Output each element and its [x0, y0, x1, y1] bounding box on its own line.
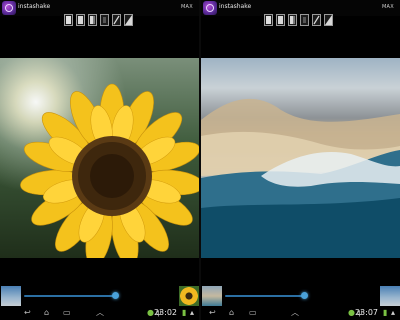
menu-button[interactable]: MAX — [181, 4, 193, 10]
android-status-icon: ● — [348, 308, 355, 317]
source-thumbnail[interactable] — [1, 286, 21, 306]
blend-slider-knob[interactable] — [301, 292, 308, 299]
crop-square-icon[interactable] — [100, 14, 109, 26]
frame-toolbar — [64, 14, 133, 28]
screenshot-left: instashake MAX ↩ ⌂ ▭ ︿ ● ψ 23:02 ▮ ▴ — [0, 0, 199, 320]
back-icon[interactable]: ↩ — [24, 308, 31, 318]
app-title: instashake — [219, 3, 252, 10]
diagonal-frame-icon[interactable] — [112, 14, 121, 26]
dune-wave-photo[interactable] — [201, 58, 400, 258]
diagonal-split-icon[interactable] — [124, 14, 133, 26]
app-logo-icon[interactable] — [2, 1, 16, 15]
blend-slider-track[interactable] — [225, 295, 305, 297]
clock: 23:02 — [153, 308, 177, 317]
clock: 23:07 — [354, 308, 378, 317]
chevron-up-icon[interactable]: ︿ — [96, 308, 104, 318]
result-thumbnail[interactable] — [380, 286, 400, 306]
sunflower-photo[interactable] — [0, 58, 199, 267]
home-icon[interactable]: ⌂ — [229, 308, 234, 318]
crop-square-icon[interactable] — [300, 14, 309, 26]
diagonal-frame-icon[interactable] — [312, 14, 321, 26]
app-logo-icon[interactable] — [203, 1, 217, 15]
vertical-frame-icon[interactable] — [88, 14, 97, 26]
chevron-up-icon[interactable]: ︿ — [291, 308, 299, 318]
system-nav-bar: ↩ ⌂ ▭ ︿ ● ψ 23:02 ▮ ▴ — [0, 306, 199, 320]
single-frame-icon[interactable] — [64, 14, 73, 26]
system-nav-bar: ↩ ⌂ ▭ ︿ ● ψ 23:07 ▮ ▴ — [201, 306, 400, 320]
recent-apps-icon[interactable]: ▭ — [63, 308, 71, 318]
android-status-icon: ● — [147, 308, 154, 317]
signal-icon: ▴ — [190, 308, 195, 317]
battery-icon: ▮ — [182, 308, 187, 317]
source-thumbnail[interactable] — [202, 286, 222, 306]
blend-slider-track[interactable] — [24, 295, 116, 297]
blend-slider-knob[interactable] — [112, 292, 119, 299]
app-title: instashake — [18, 3, 51, 10]
home-icon[interactable]: ⌂ — [44, 308, 49, 318]
result-thumbnail[interactable] — [179, 286, 199, 306]
diagonal-split-icon[interactable] — [324, 14, 333, 26]
signal-icon: ▴ — [391, 308, 396, 317]
battery-icon: ▮ — [383, 308, 388, 317]
menu-button[interactable]: MAX — [382, 4, 394, 10]
screenshot-right: instashake MAX ↩ ⌂ ▭ ︿ ● ψ 23:07 ▮ ▴ — [201, 0, 400, 320]
single-frame-icon[interactable] — [264, 14, 273, 26]
two-row-frame-icon[interactable] — [76, 14, 85, 26]
frame-toolbar — [264, 14, 333, 28]
two-row-frame-icon[interactable] — [276, 14, 285, 26]
recent-apps-icon[interactable]: ▭ — [249, 308, 257, 318]
back-icon[interactable]: ↩ — [209, 308, 216, 318]
vertical-frame-icon[interactable] — [288, 14, 297, 26]
